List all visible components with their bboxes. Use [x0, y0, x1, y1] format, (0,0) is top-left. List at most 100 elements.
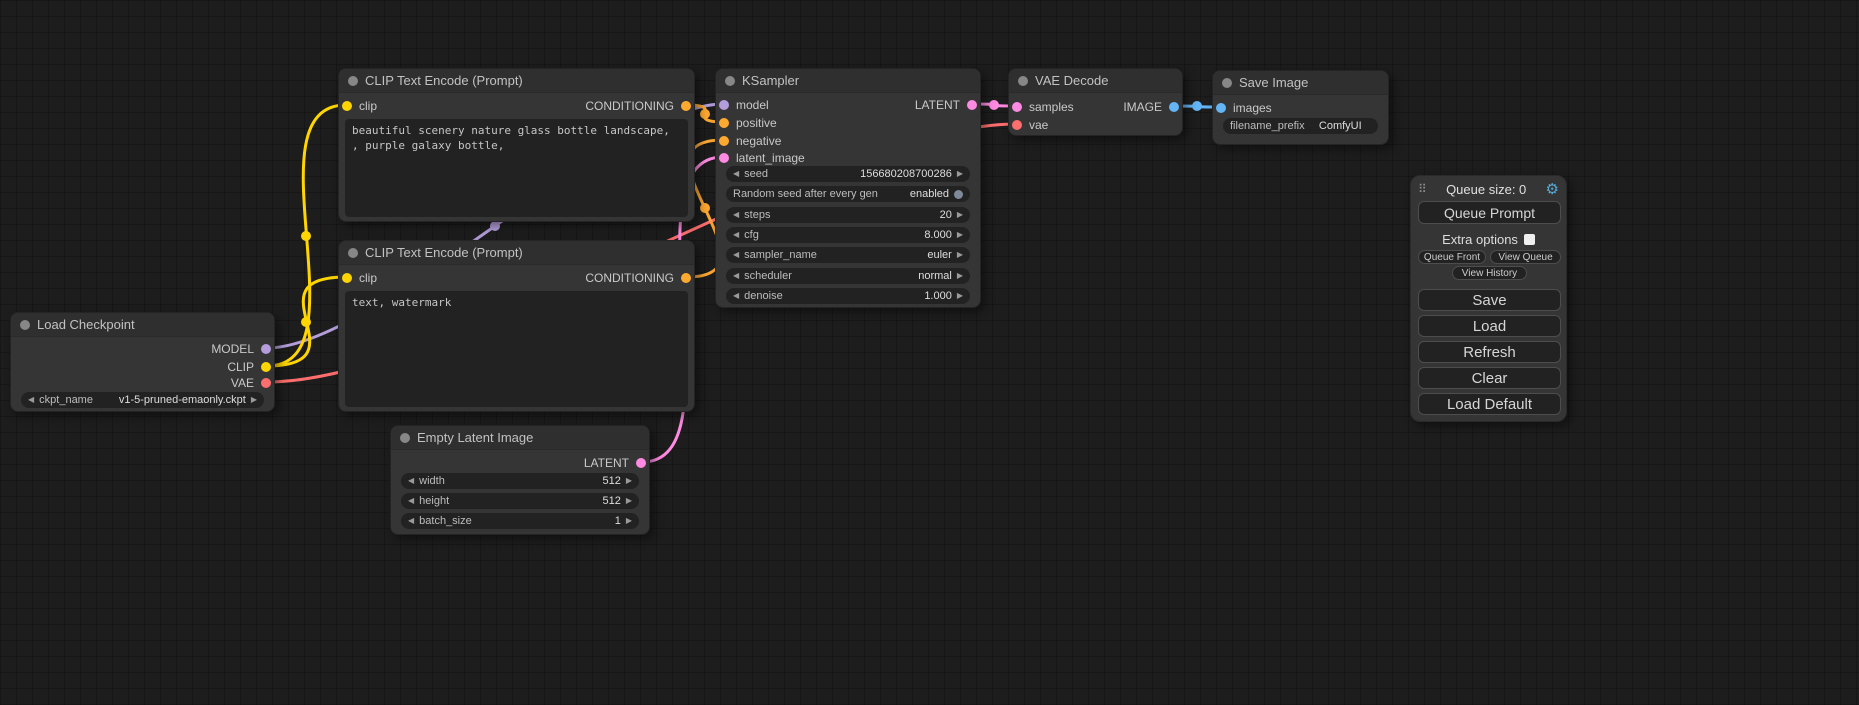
prompt-text-area[interactable]: beautiful scenery nature glass bottle la… [345, 119, 688, 217]
queue-prompt-button[interactable]: Queue Prompt [1418, 201, 1561, 224]
output-slot-latent: LATENT [401, 454, 639, 472]
widget-width[interactable]: ◀ width 512 ▶ [401, 473, 639, 489]
widget-sampler-name[interactable]: ◀ sampler_name euler ▶ [726, 247, 970, 263]
latent-output-port[interactable] [967, 100, 977, 110]
widget-scheduler[interactable]: ◀ scheduler normal ▶ [726, 268, 970, 284]
refresh-button[interactable]: Refresh [1418, 341, 1561, 363]
node-title-bar[interactable]: KSampler [716, 69, 980, 93]
node-title-bar[interactable]: CLIP Text Encode (Prompt) [339, 69, 694, 93]
node-save-image[interactable]: Save Image images filename_prefix ComfyU… [1212, 70, 1389, 145]
node-title-bar[interactable]: CLIP Text Encode (Prompt) [339, 241, 694, 265]
decrement-arrow-icon[interactable]: ◀ [733, 231, 739, 239]
widget-value: euler [927, 249, 951, 261]
link-dot-clip-negative [301, 317, 311, 327]
extra-options-checkbox[interactable] [1524, 234, 1535, 245]
increment-arrow-icon[interactable]: ▶ [626, 497, 632, 505]
node-title-bar[interactable]: Load Checkpoint [11, 313, 274, 337]
increment-arrow-icon[interactable]: ▶ [626, 477, 632, 485]
node-graph-canvas[interactable]: Load Checkpoint MODEL CLIP VAE ◀ ckpt_na… [0, 0, 1859, 705]
node-load-checkpoint[interactable]: Load Checkpoint MODEL CLIP VAE ◀ ckpt_na… [10, 312, 275, 412]
increment-arrow-icon[interactable]: ▶ [626, 517, 632, 525]
clear-button[interactable]: Clear [1418, 367, 1561, 389]
queue-front-button[interactable]: Queue Front [1418, 250, 1486, 264]
latent-output-port[interactable] [636, 458, 646, 468]
vae-input-port[interactable] [1012, 120, 1022, 130]
conditioning-output-port[interactable] [681, 101, 691, 111]
input-label-images: images [1233, 101, 1272, 115]
decrement-arrow-icon[interactable]: ◀ [408, 517, 414, 525]
increment-arrow-icon[interactable]: ▶ [957, 272, 963, 280]
collapse-dot[interactable] [1018, 76, 1028, 86]
node-clip-text-encode-negative[interactable]: CLIP Text Encode (Prompt) clip CONDITION… [338, 240, 695, 412]
output-label-vae: VAE [231, 376, 254, 390]
increment-arrow-icon[interactable]: ▶ [251, 396, 257, 404]
collapse-dot[interactable] [348, 76, 358, 86]
view-queue-button[interactable]: View Queue [1490, 250, 1561, 264]
image-output-port[interactable] [1169, 102, 1179, 112]
decrement-arrow-icon[interactable]: ◀ [733, 170, 739, 178]
model-input-port[interactable] [719, 100, 729, 110]
collapse-dot[interactable] [725, 76, 735, 86]
widget-ckpt-name[interactable]: ◀ ckpt_name v1-5-pruned-emaonly.ckpt ▶ [21, 392, 264, 408]
latent-image-input-port[interactable] [719, 153, 729, 163]
conditioning-output-port[interactable] [681, 273, 691, 283]
negative-input-port[interactable] [719, 136, 729, 146]
node-ksampler[interactable]: KSampler model LATENT positive negative … [715, 68, 981, 308]
collapse-dot[interactable] [400, 433, 410, 443]
decrement-arrow-icon[interactable]: ◀ [28, 396, 34, 404]
positive-input-port[interactable] [719, 118, 729, 128]
increment-arrow-icon[interactable]: ▶ [957, 251, 963, 259]
menu-header: ⠿ Queue size: 0 ⚙ [1418, 180, 1559, 198]
widget-steps[interactable]: ◀ steps 20 ▶ [726, 207, 970, 223]
widget-seed[interactable]: ◀ seed 156680208700286 ▶ [726, 166, 970, 182]
collapse-dot[interactable] [348, 248, 358, 258]
node-clip-text-encode-positive[interactable]: CLIP Text Encode (Prompt) clip CONDITION… [338, 68, 695, 222]
queue-menu-panel[interactable]: ⠿ Queue size: 0 ⚙ Queue Prompt Extra opt… [1410, 175, 1567, 422]
widget-batch-size[interactable]: ◀ batch_size 1 ▶ [401, 513, 639, 529]
save-button[interactable]: Save [1418, 289, 1561, 311]
clip-input-port[interactable] [342, 273, 352, 283]
increment-arrow-icon[interactable]: ▶ [957, 170, 963, 178]
collapse-dot[interactable] [20, 320, 30, 330]
input-label-model: model [736, 98, 769, 112]
slot-row: clip CONDITIONING [349, 97, 684, 115]
view-history-button[interactable]: View History [1452, 266, 1527, 280]
widget-value: 20 [940, 209, 952, 221]
output-label-image: IMAGE [1123, 100, 1162, 114]
samples-input-port[interactable] [1012, 102, 1022, 112]
decrement-arrow-icon[interactable]: ◀ [408, 497, 414, 505]
node-title-bar[interactable]: Save Image [1213, 71, 1388, 95]
widget-cfg[interactable]: ◀ cfg 8.000 ▶ [726, 227, 970, 243]
decrement-arrow-icon[interactable]: ◀ [733, 272, 739, 280]
images-input-port[interactable] [1216, 103, 1226, 113]
clip-output-port[interactable] [261, 362, 271, 372]
node-title-bar[interactable]: Empty Latent Image [391, 426, 649, 450]
increment-arrow-icon[interactable]: ▶ [957, 231, 963, 239]
node-title-bar[interactable]: VAE Decode [1009, 69, 1182, 93]
collapse-dot[interactable] [1222, 78, 1232, 88]
widget-name: denoise [744, 290, 783, 302]
increment-arrow-icon[interactable]: ▶ [957, 211, 963, 219]
decrement-arrow-icon[interactable]: ◀ [733, 211, 739, 219]
toggle-indicator[interactable] [954, 190, 963, 199]
widget-filename-prefix[interactable]: filename_prefix ComfyUI [1223, 118, 1378, 134]
model-output-port[interactable] [261, 344, 271, 354]
prompt-text-area[interactable]: text, watermark [345, 291, 688, 407]
decrement-arrow-icon[interactable]: ◀ [733, 292, 739, 300]
increment-arrow-icon[interactable]: ▶ [957, 292, 963, 300]
decrement-arrow-icon[interactable]: ◀ [733, 251, 739, 259]
settings-gear-icon[interactable]: ⚙ [1546, 182, 1559, 197]
widget-random-seed-toggle[interactable]: Random seed after every gen enabled [726, 186, 970, 202]
node-empty-latent-image[interactable]: Empty Latent Image LATENT ◀ width 512 ▶ … [390, 425, 650, 535]
input-slot-positive: positive [726, 114, 970, 132]
decrement-arrow-icon[interactable]: ◀ [408, 477, 414, 485]
widget-denoise[interactable]: ◀ denoise 1.000 ▶ [726, 288, 970, 304]
vae-output-port[interactable] [261, 378, 271, 388]
load-button[interactable]: Load [1418, 315, 1561, 337]
drag-handle[interactable]: ⠿ [1418, 183, 1427, 195]
node-title: CLIP Text Encode (Prompt) [365, 73, 523, 88]
load-default-button[interactable]: Load Default [1418, 393, 1561, 415]
node-vae-decode[interactable]: VAE Decode samples IMAGE vae [1008, 68, 1183, 136]
widget-height[interactable]: ◀ height 512 ▶ [401, 493, 639, 509]
clip-input-port[interactable] [342, 101, 352, 111]
